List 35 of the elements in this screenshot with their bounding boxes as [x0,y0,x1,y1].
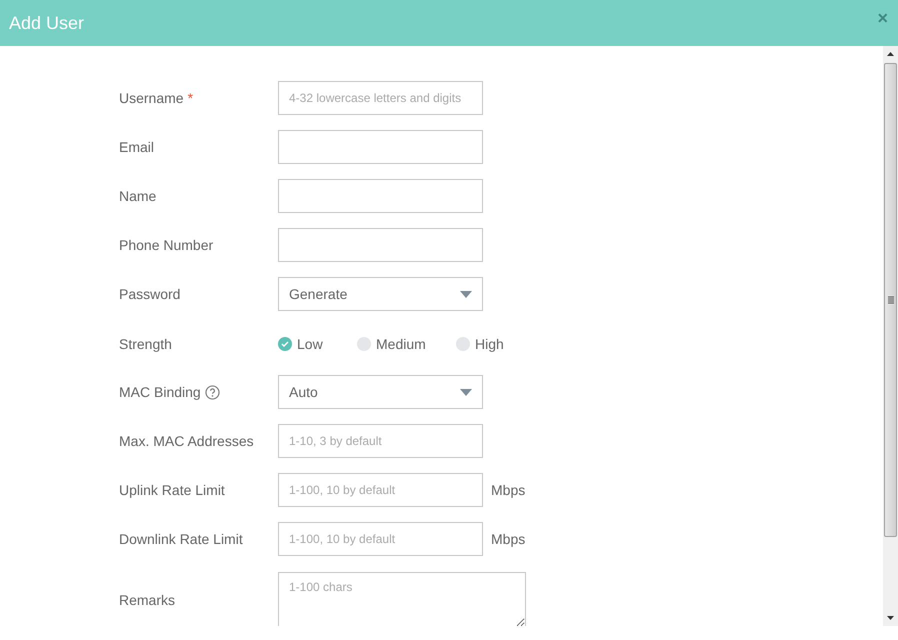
text-area[interactable]: 1-100 chars [278,572,526,626]
dropdown[interactable]: Generate [278,277,483,311]
field-label: Password [119,284,180,304]
radio-option[interactable]: Medium [357,334,456,354]
field-label: MAC Binding [119,382,201,402]
help-icon[interactable] [204,384,220,400]
input-field[interactable] [278,179,483,213]
input-field[interactable]: 1-100, 10 by default [278,522,483,556]
radio-option[interactable]: Low [278,334,357,354]
scrollbar[interactable] [883,46,898,626]
field-label: Phone Number [119,236,214,254]
input-field[interactable] [278,130,483,164]
field-label: Email [119,138,154,156]
field-label: Uplink Rate Limit [119,480,225,500]
dialog-title: Add User [9,12,84,34]
field-label: Strength [119,334,172,354]
input-field[interactable]: 1-100, 10 by default [278,473,483,507]
caret-icon [460,388,472,396]
field-label: Remarks [119,590,176,610]
caret-icon [460,290,472,298]
input-field[interactable]: 4-32 lowercase letters and digits [278,81,483,115]
scroll-thumb[interactable] [884,63,897,537]
scroll-down-icon[interactable] [887,616,894,620]
unit-label: Mbps [491,480,526,500]
field-label: Max. MAC Addresses [119,432,254,450]
field-label: Name [119,186,156,206]
radio-option[interactable]: High [456,334,504,354]
input-field[interactable] [278,228,483,262]
dropdown[interactable]: Auto [278,375,483,409]
field-label: Downlink Rate Limit [119,530,243,548]
unit-label: Mbps [491,530,526,549]
scroll-up-icon[interactable] [887,52,894,56]
required-mark: * [188,91,194,105]
field-label: Username [119,88,184,108]
input-field[interactable]: 1-10, 3 by default [278,424,483,458]
